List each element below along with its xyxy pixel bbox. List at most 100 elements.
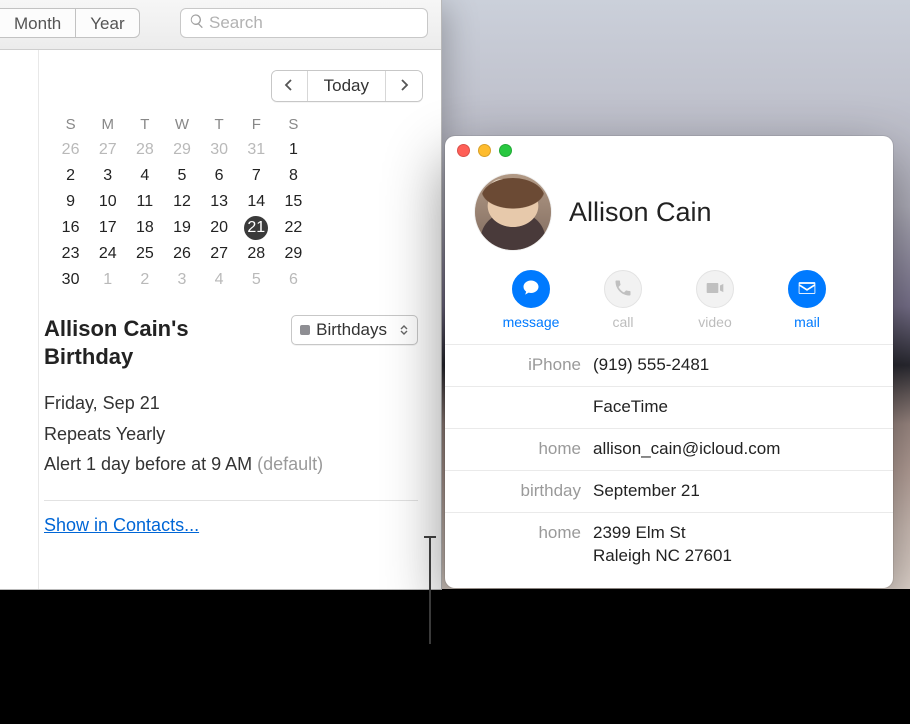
event-date: Friday, Sep 21 [44, 388, 418, 419]
dow-header: F [238, 116, 275, 137]
contact-fields: iPhone(919) 555-2481FaceTimehomeallison_… [445, 344, 893, 577]
mini-cal-day[interactable]: 6 [201, 163, 238, 189]
mini-cal-day[interactable]: 9 [52, 189, 89, 215]
video-action[interactable]: video [679, 270, 751, 330]
mini-cal-day[interactable]: 7 [238, 163, 275, 189]
mini-cal-day[interactable]: 22 [275, 215, 312, 241]
mini-cal-day[interactable]: 1 [275, 137, 312, 163]
dow-header: W [163, 116, 200, 137]
mini-cal-day[interactable]: 26 [163, 241, 200, 267]
window-minimize-button[interactable] [478, 144, 491, 157]
contact-field-label: iPhone [463, 354, 593, 377]
date-nav-group: Today [271, 70, 423, 102]
mini-cal-day[interactable]: 28 [126, 137, 163, 163]
event-details: Allison Cain's Birthday Birthdays Friday… [44, 315, 424, 536]
mini-cal-day[interactable]: 24 [89, 241, 126, 267]
mini-cal-day[interactable]: 16 [52, 215, 89, 241]
mini-cal-day[interactable]: 5 [238, 267, 275, 293]
contact-field-value[interactable]: (919) 555-2481 [593, 354, 709, 377]
contact-field-value[interactable]: 2399 Elm StRaleigh NC 27601 [593, 522, 732, 568]
contact-field-label: home [463, 438, 593, 461]
mini-cal-day[interactable]: 8 [275, 163, 312, 189]
mini-cal-day[interactable]: 3 [89, 163, 126, 189]
message-action[interactable]: message [495, 270, 567, 330]
mini-cal-day[interactable]: 15 [275, 189, 312, 215]
contact-field-value[interactable]: September 21 [593, 480, 700, 503]
mini-cal-day[interactable]: 6 [275, 267, 312, 293]
mini-cal-day[interactable]: 2 [52, 163, 89, 189]
today-button[interactable]: Today [308, 71, 386, 101]
mini-cal-day[interactable]: 31 [238, 137, 275, 163]
mini-cal-day[interactable]: 30 [201, 137, 238, 163]
contact-field-value[interactable]: allison_cain@icloud.com [593, 438, 780, 461]
dow-header: M [89, 116, 126, 137]
mini-cal-day[interactable]: 13 [201, 189, 238, 215]
mini-cal-day[interactable]: 21 [238, 215, 275, 241]
window-zoom-button[interactable] [499, 144, 512, 157]
dow-header: S [275, 116, 312, 137]
mini-cal-day[interactable]: 26 [52, 137, 89, 163]
mini-cal-day[interactable]: 27 [201, 241, 238, 267]
mini-cal-day[interactable]: 14 [238, 189, 275, 215]
mini-calendar[interactable]: SMTWTFS 26272829303112345678910111213141… [52, 116, 312, 293]
video-label: video [698, 314, 731, 330]
mini-cal-day[interactable]: 4 [126, 163, 163, 189]
event-divider [44, 500, 418, 501]
calendar-color-swatch [300, 325, 310, 335]
next-button[interactable] [386, 71, 422, 101]
mini-cal-day[interactable]: 29 [275, 241, 312, 267]
mini-cal-day[interactable]: 25 [126, 241, 163, 267]
mail-action[interactable]: mail [771, 270, 843, 330]
calendar-picker-label: Birthdays [316, 320, 387, 340]
mini-cal-day[interactable]: 5 [163, 163, 200, 189]
contact-name: Allison Cain [569, 197, 712, 228]
mini-cal-day[interactable]: 30 [52, 267, 89, 293]
contact-field-label: home [463, 522, 593, 545]
mini-cal-day[interactable]: 11 [126, 189, 163, 215]
mini-cal-day[interactable]: 10 [89, 189, 126, 215]
mini-cal-day[interactable]: 19 [163, 215, 200, 241]
window-close-button[interactable] [457, 144, 470, 157]
contact-avatar [475, 174, 551, 250]
mini-cal-day[interactable]: 3 [163, 267, 200, 293]
search-field[interactable] [180, 8, 428, 38]
message-label: message [503, 314, 560, 330]
mail-label: mail [794, 314, 820, 330]
mini-cal-day[interactable]: 23 [52, 241, 89, 267]
mini-cal-day[interactable]: 28 [238, 241, 275, 267]
contact-row: iPhone(919) 555-2481 [445, 345, 893, 387]
dow-header: T [201, 116, 238, 137]
contact-row: FaceTime [445, 387, 893, 429]
call-label: call [612, 314, 633, 330]
mini-cal-day[interactable]: 4 [201, 267, 238, 293]
show-in-contacts-link[interactable]: Show in Contacts... [44, 515, 199, 535]
contact-field-value[interactable]: FaceTime [593, 396, 668, 419]
contacts-card-window: Allison Cain message call video mail [445, 136, 893, 588]
mini-cal-day[interactable]: 18 [126, 215, 163, 241]
call-action[interactable]: call [587, 270, 659, 330]
message-icon [521, 278, 541, 301]
footer-black-region [0, 589, 910, 724]
dow-header: T [126, 116, 163, 137]
contact-row: homeallison_cain@icloud.com [445, 429, 893, 471]
contact-row: home2399 Elm StRaleigh NC 27601 [445, 513, 893, 577]
contact-row: birthdaySeptember 21 [445, 471, 893, 513]
mini-cal-day[interactable]: 20 [201, 215, 238, 241]
segment-year[interactable]: Year [76, 8, 139, 38]
calendar-inspector: Today SMTWTFS 26272829303112345678910111… [44, 50, 441, 589]
prev-button[interactable] [272, 71, 308, 101]
event-title: Allison Cain's Birthday [44, 315, 264, 370]
calendar-toolbar: Month Year [0, 0, 441, 50]
calendar-picker[interactable]: Birthdays [291, 315, 418, 345]
contact-actions: message call video mail [445, 266, 893, 344]
mini-cal-day[interactable]: 27 [89, 137, 126, 163]
mini-cal-day[interactable]: 2 [126, 267, 163, 293]
search-icon [189, 13, 209, 33]
mini-cal-day[interactable]: 17 [89, 215, 126, 241]
segment-month[interactable]: Month [0, 8, 76, 38]
chevron-right-icon [399, 76, 409, 96]
mini-cal-day[interactable]: 29 [163, 137, 200, 163]
mini-cal-day[interactable]: 1 [89, 267, 126, 293]
search-input[interactable] [209, 13, 419, 33]
mini-cal-day[interactable]: 12 [163, 189, 200, 215]
